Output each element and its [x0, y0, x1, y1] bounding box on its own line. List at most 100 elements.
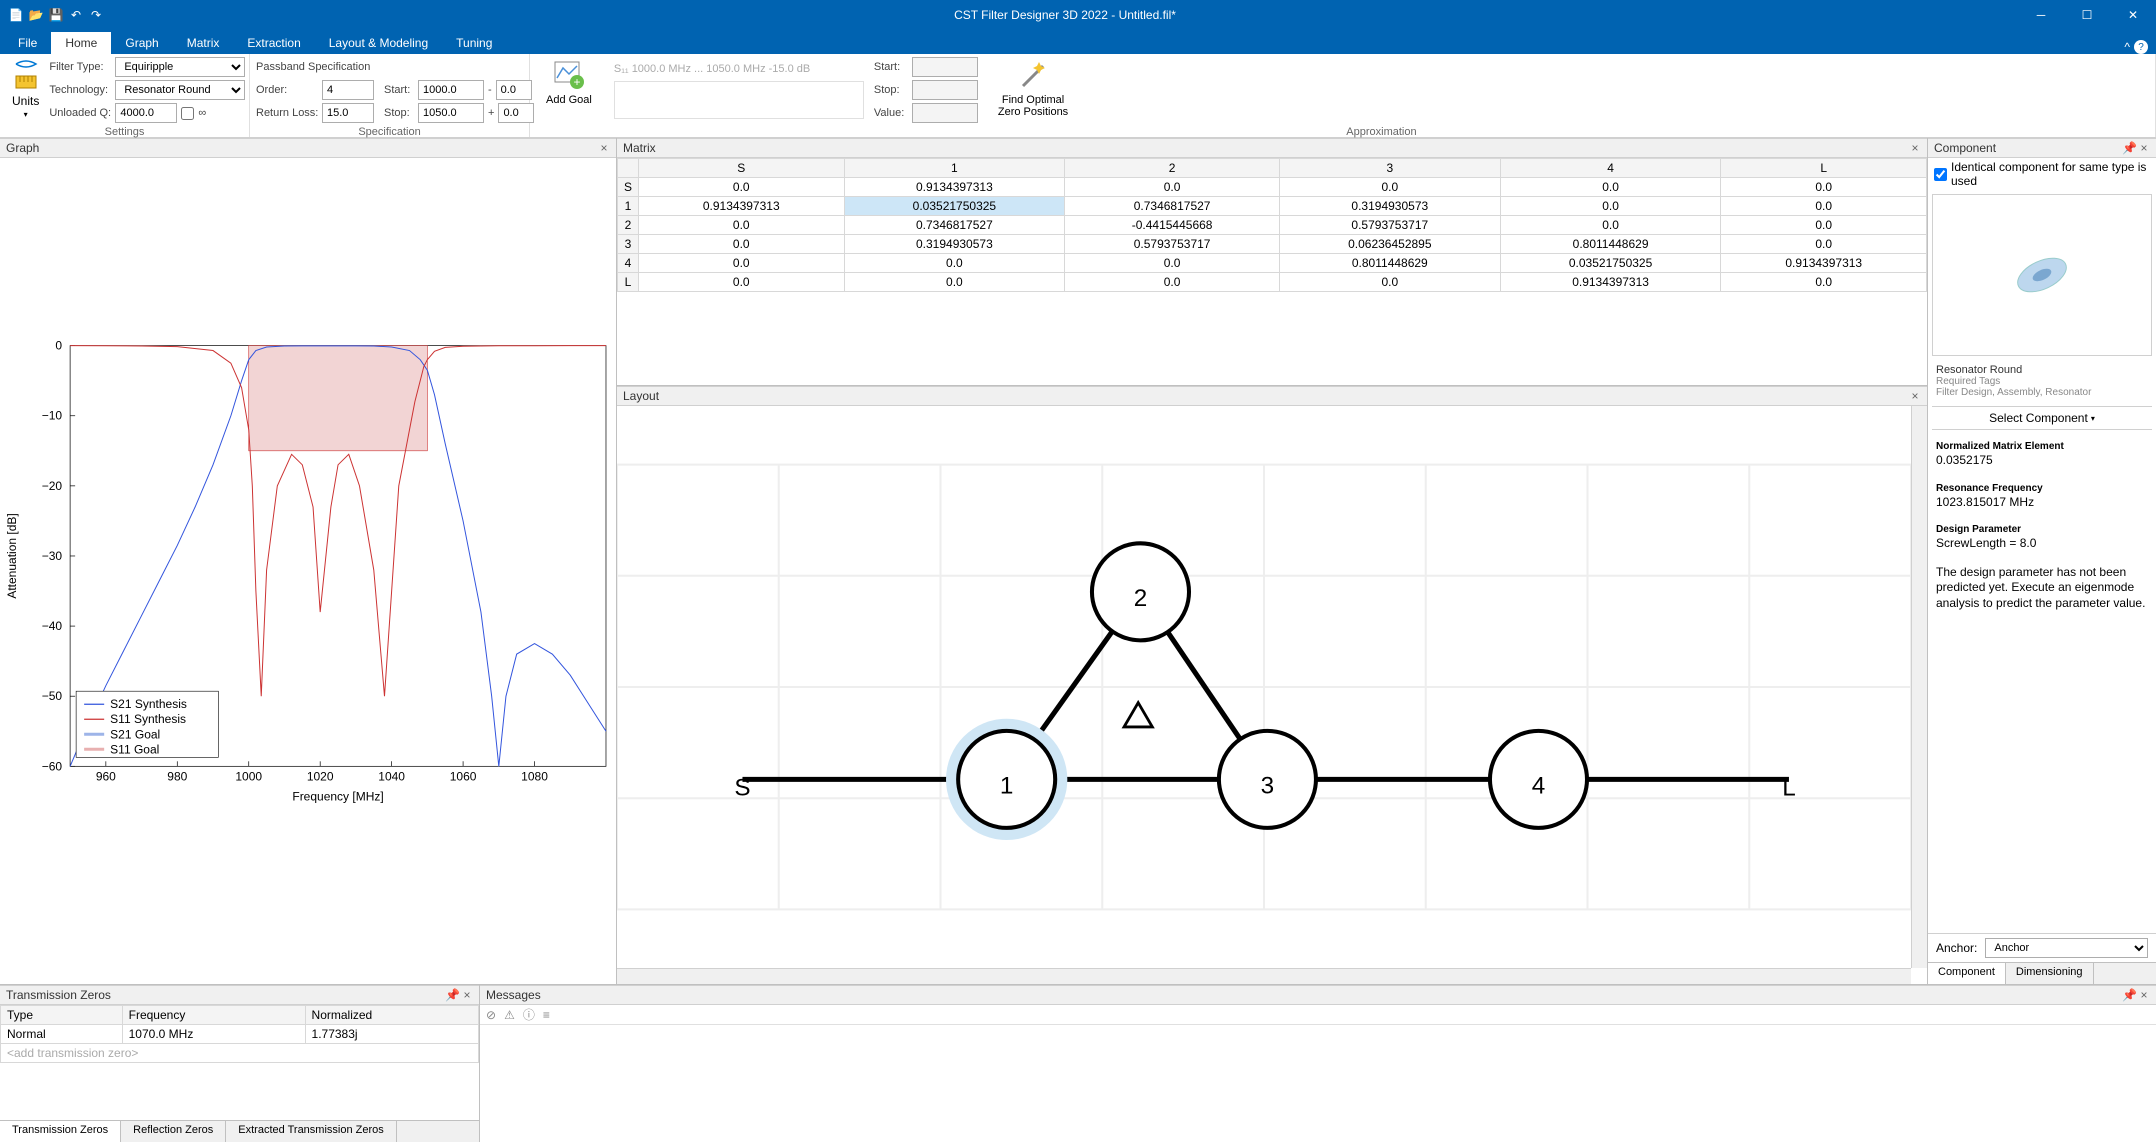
msg-list-icon[interactable]: ≡	[543, 1008, 550, 1022]
layout-scroll-v[interactable]	[1911, 406, 1927, 968]
tz-tab-transmission[interactable]: Transmission Zeros	[0, 1121, 121, 1142]
order-input[interactable]	[322, 80, 374, 100]
close-button[interactable]: ✕	[2110, 0, 2156, 30]
tab-extraction[interactable]: Extraction	[233, 32, 314, 54]
tz-tab-reflection[interactable]: Reflection Zeros	[121, 1121, 226, 1142]
svg-text:980: 980	[167, 769, 187, 783]
svg-text:3: 3	[1261, 773, 1275, 800]
graph-close-icon[interactable]: ×	[598, 141, 610, 155]
technology-combo[interactable]: Resonator Round	[115, 80, 245, 100]
stop-input[interactable]	[418, 103, 484, 123]
required-tags: Filter Design, Assembly, Resonator	[1936, 387, 2148, 398]
svg-text:+: +	[573, 75, 580, 89]
svg-text:Attenuation [dB]: Attenuation [dB]	[5, 513, 19, 598]
wand-icon	[1017, 60, 1049, 92]
layout-scroll-h[interactable]	[617, 968, 1911, 984]
messages-body	[480, 1025, 2156, 1142]
goals-list[interactable]	[614, 81, 864, 119]
return-loss-input[interactable]	[322, 103, 374, 123]
qat-open-icon[interactable]: 📂	[28, 7, 44, 23]
tab-home[interactable]: Home	[51, 32, 111, 54]
msg-info-icon[interactable]: ⓘ	[523, 1006, 535, 1023]
unloaded-q-check[interactable]	[181, 107, 194, 120]
qat-undo-icon[interactable]: ↶	[68, 7, 84, 23]
tz-row[interactable]: Normal1070.0 MHz1.77383j	[1, 1025, 479, 1044]
component-pin-icon[interactable]: 📌	[2122, 141, 2134, 155]
tab-tuning[interactable]: Tuning	[442, 32, 506, 54]
approx-start-input[interactable]	[912, 57, 978, 77]
graph-plot[interactable]: 960980100010201040106010800−10−20−30−40−…	[0, 158, 616, 984]
app-title: CST Filter Designer 3D 2022 - Untitled.f…	[112, 8, 2018, 22]
svg-text:1060: 1060	[450, 769, 477, 783]
msg-warn-icon[interactable]: ⚠	[504, 1008, 515, 1022]
tz-tab-extracted[interactable]: Extracted Transmission Zeros	[226, 1121, 397, 1142]
minimize-button[interactable]: ─	[2018, 0, 2064, 30]
svg-text:S11 Goal: S11 Goal	[110, 742, 159, 756]
topology-canvas[interactable]: S1234L	[617, 406, 1911, 968]
svg-text:2: 2	[1134, 585, 1148, 612]
svg-text:−40: −40	[42, 619, 63, 633]
find-optimal-label: Find Optimal Zero Positions	[998, 94, 1068, 118]
component-name: Resonator Round	[1936, 364, 2148, 376]
layout-close-icon[interactable]: ×	[1909, 389, 1921, 403]
tz-add-row[interactable]: <add transmission zero>	[1, 1044, 479, 1063]
units-button[interactable]: Units ▾	[6, 56, 45, 123]
qat-save-icon[interactable]: 💾	[48, 7, 64, 23]
order-label: Order:	[256, 84, 318, 96]
identical-component-check[interactable]	[1934, 168, 1947, 181]
help-icon[interactable]: ?	[2134, 40, 2148, 54]
svg-text:−20: −20	[42, 479, 63, 493]
svg-text:S21 Synthesis: S21 Synthesis	[110, 697, 187, 711]
component-close-icon[interactable]: ×	[2138, 141, 2150, 155]
qat-new-icon[interactable]: 📄	[8, 7, 24, 23]
filter-type-combo[interactable]: Equiripple	[115, 57, 245, 77]
svg-text:1080: 1080	[521, 769, 548, 783]
collapse-ribbon-icon[interactable]: ^	[2124, 40, 2130, 54]
svg-text:1: 1	[1000, 773, 1014, 800]
tz-pin-icon[interactable]: 📌	[445, 988, 457, 1002]
tab-matrix[interactable]: Matrix	[173, 32, 234, 54]
select-component-button[interactable]: Select Component ▾	[1932, 406, 2152, 430]
technology-label: Technology:	[49, 84, 111, 96]
svg-text:−30: −30	[42, 549, 63, 563]
messages-close-icon[interactable]: ×	[2138, 988, 2150, 1002]
filter-type-label: Filter Type:	[49, 61, 111, 73]
msg-clear-icon[interactable]: ⊘	[486, 1008, 496, 1022]
passband-spec-label: Passband Specification	[256, 61, 370, 73]
nme-value: 0.0352175	[1936, 453, 1993, 467]
svg-text:−10: −10	[42, 409, 63, 423]
rf-label: Resonance Frequency	[1936, 483, 2043, 494]
svg-text:1000: 1000	[235, 769, 262, 783]
tz-table[interactable]: TypeFrequencyNormalized Normal1070.0 MHz…	[0, 1005, 479, 1063]
tz-close-icon[interactable]: ×	[461, 988, 473, 1002]
approx-stop-input[interactable]	[912, 80, 978, 100]
start-input[interactable]	[418, 80, 484, 100]
approx-value-input[interactable]	[912, 103, 978, 123]
maximize-button[interactable]: ☐	[2064, 0, 2110, 30]
find-optimal-button[interactable]: Find Optimal Zero Positions	[988, 56, 1078, 122]
tab-graph[interactable]: Graph	[111, 32, 172, 54]
svg-text:L: L	[1782, 775, 1795, 802]
identical-component-label: Identical component for same type is use…	[1951, 160, 2150, 188]
tab-file[interactable]: File	[4, 32, 51, 54]
anchor-combo[interactable]: Anchor	[1985, 938, 2148, 958]
nme-label: Normalized Matrix Element	[1936, 441, 2064, 452]
dp-note: The design parameter has not been predic…	[1936, 565, 2145, 610]
comp-tab-component[interactable]: Component	[1928, 962, 2006, 984]
anchor-label: Anchor:	[1936, 941, 1977, 955]
matrix-close-icon[interactable]: ×	[1909, 141, 1921, 155]
title-bar: 📄 📂 💾 ↶ ↷ CST Filter Designer 3D 2022 - …	[0, 0, 2156, 30]
add-goal-button[interactable]: + Add Goal	[536, 56, 602, 110]
comp-tab-dimensioning[interactable]: Dimensioning	[2006, 963, 2094, 984]
infinity-label: ∞	[198, 107, 206, 119]
coupling-matrix-table[interactable]: S1234LS0.00.91343973130.00.00.00.010.913…	[617, 158, 1927, 292]
add-goal-icon: +	[553, 60, 585, 92]
svg-text:S11 Synthesis: S11 Synthesis	[110, 712, 186, 726]
tab-layout-modeling[interactable]: Layout & Modeling	[315, 32, 442, 54]
component-panel-title: Component	[1934, 141, 1996, 155]
start-off-input[interactable]	[496, 80, 532, 100]
qat-redo-icon[interactable]: ↷	[88, 7, 104, 23]
unloaded-q-input[interactable]	[115, 103, 177, 123]
messages-pin-icon[interactable]: 📌	[2122, 988, 2134, 1002]
ribbon: Units ▾ Filter Type: Equiripple Technolo…	[0, 54, 2156, 138]
